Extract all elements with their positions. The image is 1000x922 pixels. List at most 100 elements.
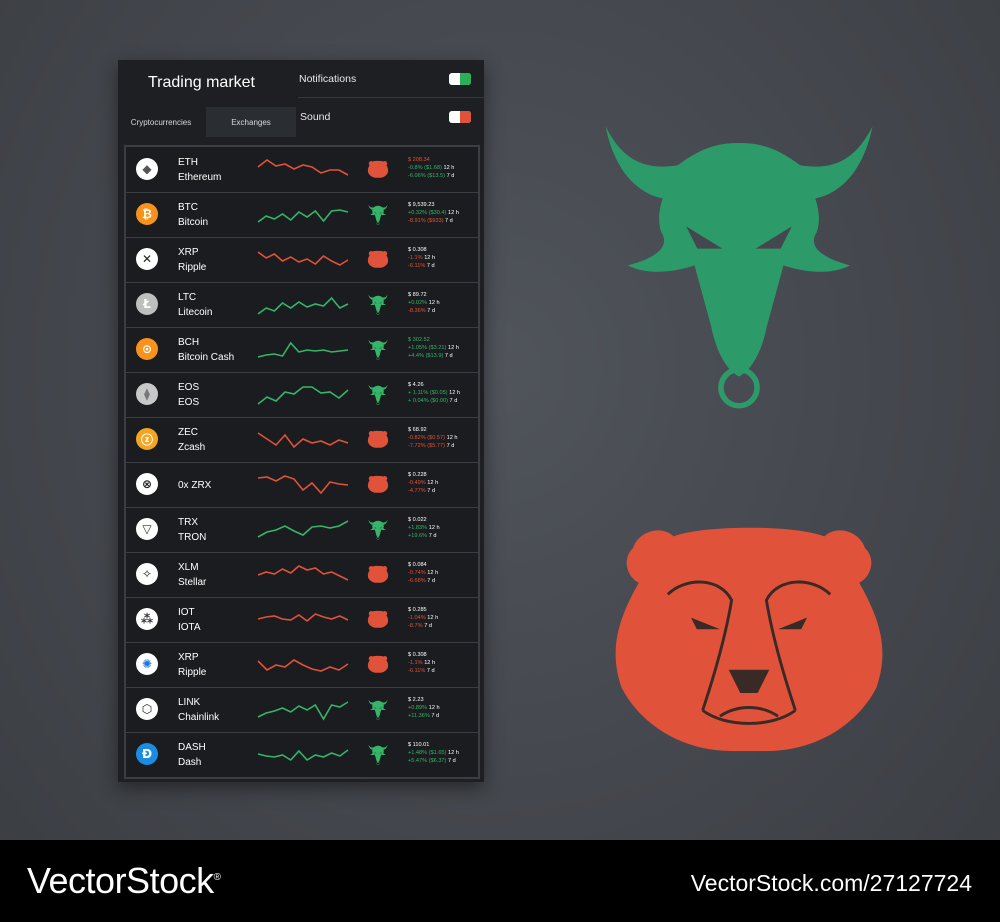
price-stats: $ 68.92 -0.82% ($0.57) 12 h -7.72% ($5.77)… bbox=[408, 426, 478, 451]
sparkline-chart bbox=[257, 659, 349, 672]
price-stats: $ 0.228 -0.49% 12 h -4.77% 7 d bbox=[408, 471, 478, 496]
change-value: -8.36% bbox=[408, 308, 426, 315]
notifications-toggle-state bbox=[460, 73, 471, 85]
trading-market-panel: Trading market Cryptocurrencies Exchange… bbox=[118, 60, 484, 782]
coin-row[interactable]: ✕ XRP Ripple $ 0.308 -1.1% 12 h -6.11% 7 d bbox=[126, 237, 478, 283]
notifications-label: Notifications bbox=[299, 73, 357, 85]
coin-row[interactable]: ₿ BTC Bitcoin $ 9,539.23 +0.32% ($30.4) 12 h… bbox=[126, 192, 478, 238]
sparkline-chart bbox=[257, 613, 349, 623]
sparkline bbox=[257, 475, 349, 495]
bear-icon bbox=[367, 475, 389, 493]
coin-name: Ripple bbox=[178, 262, 207, 273]
price-stats: $ 208.34 -0.8% ($1.68) 12 h -6.06% ($13.5)… bbox=[408, 156, 478, 181]
change-value: +5.47% ($6.37) bbox=[408, 758, 447, 765]
price-stats: $ 4.26 + 1.11% ($0.05) 12 h + 0.04% ($0.00… bbox=[408, 381, 478, 406]
sparkline bbox=[257, 159, 349, 176]
coin-name: Ethereum bbox=[178, 172, 222, 183]
coin-symbol: ETH bbox=[178, 157, 198, 168]
coin-symbol: TRX bbox=[178, 517, 198, 528]
change-value: -4.77% bbox=[408, 488, 426, 495]
change-value: +19.6% bbox=[408, 533, 428, 540]
eos-icon: ⧫ bbox=[136, 383, 158, 405]
coin-name: EOS bbox=[178, 397, 200, 408]
change-period: 12 h bbox=[447, 210, 459, 217]
sound-label: Sound bbox=[300, 111, 331, 123]
change-value: -8.91% ($933) bbox=[408, 218, 444, 225]
sparkline-chart bbox=[257, 386, 349, 405]
bull-logo-icon bbox=[605, 126, 873, 409]
coin-row[interactable]: ✺ XRP Ripple $ 0.308 -1.1% 12 h -6.11% 7 d bbox=[126, 642, 478, 688]
change-period: 7 d bbox=[428, 533, 437, 540]
sparkline-chart bbox=[257, 520, 349, 538]
price-value: $ 0.308 bbox=[408, 247, 427, 253]
price-value: $ 0.084 bbox=[408, 562, 427, 568]
change-period: 7 d bbox=[449, 398, 458, 405]
coin-row[interactable]: Ł LTC Litecoin $ 89.72 +0.02% 12 h -8.36% 7 d bbox=[126, 282, 478, 328]
sparkline-chart bbox=[257, 296, 349, 315]
coin-row[interactable]: ⊙ BCH Bitcoin Cash $ 302.52 +1.05% ($3.21) 1… bbox=[126, 327, 478, 373]
coin-name: Chainlink bbox=[178, 712, 220, 723]
coin-row[interactable]: ⓩ ZEC Zcash $ 68.92 -0.82% ($0.57) 12 h -7.72… bbox=[126, 417, 478, 463]
change-period: 7 d bbox=[447, 758, 456, 765]
coin-row[interactable]: ⧫ EOS EOS $ 4.26 + 1.11% ($0.05) 12 h + 0.04%… bbox=[126, 372, 478, 418]
sparkline bbox=[257, 251, 349, 266]
coin-name: Bitcoin bbox=[178, 217, 209, 228]
change-value: +1.83% bbox=[408, 525, 428, 532]
coin-symbol: LTC bbox=[178, 292, 197, 303]
sparkline bbox=[257, 520, 349, 538]
bull-icon bbox=[368, 699, 388, 720]
sparkline bbox=[257, 659, 349, 672]
sparkline bbox=[257, 613, 349, 623]
bear-icon bbox=[367, 655, 389, 673]
coin-row[interactable]: ⬡ LINK Chainlink $ 2.23 +0.89% 12 h +11.36% 7… bbox=[126, 687, 478, 733]
sparkline-chart bbox=[257, 159, 349, 176]
sparkline-chart bbox=[257, 432, 349, 449]
sparkline bbox=[257, 565, 349, 581]
sparkline-chart bbox=[257, 251, 349, 266]
change-period: 12 h bbox=[428, 705, 440, 712]
change-value: +11.36% bbox=[408, 713, 430, 720]
price-value: $ 2.23 bbox=[408, 697, 424, 703]
watermark-brand: VectorStock® bbox=[27, 860, 221, 901]
notifications-toggle[interactable] bbox=[449, 73, 471, 85]
change-period: 7 d bbox=[446, 443, 455, 450]
change-period: 12 h bbox=[443, 165, 455, 172]
change-period: 7 d bbox=[431, 713, 440, 720]
coin-row[interactable]: ◆ ETH Ethereum $ 208.34 -0.8% ($1.68) 12 h -6… bbox=[126, 147, 478, 193]
coin-row[interactable]: ⁂ IOT IOTA $ 0.285 -1.04% 12 h -8.7% 7 d bbox=[126, 597, 478, 643]
coin-row[interactable]: ✧ XLM Stellar $ 0.084 -0.74% 12 h -6.68% 7 d bbox=[126, 552, 478, 598]
coin-symbol: XLM bbox=[178, 562, 199, 573]
coin-row[interactable]: ⊗ 0x ZRX $ 0.228 -0.49% 12 h -4.77% 7 d bbox=[126, 462, 478, 508]
zcash-icon: ⓩ bbox=[136, 428, 158, 450]
change-value: -6.11% bbox=[408, 668, 426, 675]
bull-icon bbox=[368, 519, 388, 540]
coin-name: TRON bbox=[178, 532, 207, 543]
change-period: 12 h bbox=[427, 570, 439, 577]
coin-row[interactable]: ▽ TRX TRON $ 0.022 +1.83% 12 h +19.6% 7 d bbox=[126, 507, 478, 553]
sound-toggle[interactable] bbox=[449, 111, 471, 123]
coin-name: Stellar bbox=[178, 577, 207, 588]
bull-icon bbox=[368, 744, 388, 765]
coin-symbol: XRP bbox=[178, 652, 199, 663]
change-value: -1.1% bbox=[408, 660, 423, 667]
price-stats: $ 110.01 +1.48% ($1.65) 12 h +5.47% ($6.37… bbox=[408, 741, 478, 766]
coin-row[interactable]: Đ DASH Dash $ 110.01 +1.48% ($1.65) 12 h +5.4… bbox=[126, 732, 478, 778]
tab-cryptocurrencies[interactable]: Cryptocurrencies bbox=[118, 107, 204, 137]
tron-icon: ▽ bbox=[136, 518, 158, 540]
stellar-icon: ✧ bbox=[136, 563, 158, 585]
price-value: $ 0.022 bbox=[408, 517, 427, 523]
coin-symbol: BTC bbox=[178, 202, 198, 213]
price-stats: $ 2.23 +0.89% 12 h +11.36% 7 d bbox=[408, 696, 478, 721]
price-stats: $ 0.084 -0.74% 12 h -6.68% 7 d bbox=[408, 561, 478, 586]
bitcoin-icon: ₿ bbox=[136, 203, 158, 225]
price-value: $ 208.34 bbox=[408, 157, 430, 163]
sparkline bbox=[257, 749, 349, 762]
change-period: 12 h bbox=[447, 345, 459, 352]
coin-symbol: XRP bbox=[178, 247, 199, 258]
coin-name: Litecoin bbox=[178, 307, 213, 318]
price-stats: $ 0.308 -1.1% 12 h -6.11% 7 d bbox=[408, 246, 478, 271]
change-period: 12 h bbox=[428, 300, 440, 307]
tab-exchanges[interactable]: Exchanges bbox=[206, 107, 296, 137]
coin-name: IOTA bbox=[178, 622, 201, 633]
price-value: $ 89.72 bbox=[408, 292, 427, 298]
